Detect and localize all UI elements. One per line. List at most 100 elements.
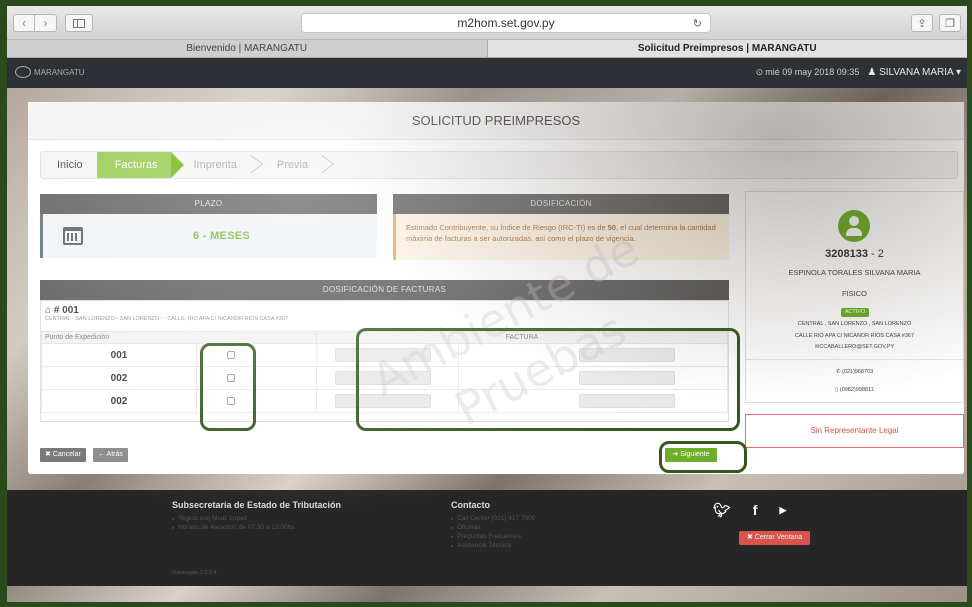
plazo-value: 6 - MESES xyxy=(193,230,251,242)
table-row: 002 xyxy=(41,389,728,413)
facturas-block: ⌂ # 001 CENTRAL - SAN LORENZO - SAN LORE… xyxy=(40,300,729,422)
twitter-icon[interactable]: 🐦︎ xyxy=(713,502,731,519)
footer-contacto-title: Contacto xyxy=(451,500,490,510)
footer-address: Yegros esq Mcal. Lopez xyxy=(172,514,341,523)
ruc: 3208133 - 2 xyxy=(825,248,884,260)
punto-expedicion: 002 xyxy=(41,366,197,390)
phone-icon: ✆ xyxy=(835,369,842,375)
step-previa[interactable]: Previa xyxy=(259,152,322,178)
dosificacion-heading: DOSIFICACIÓN xyxy=(393,194,729,214)
tab-bienvenido[interactable]: Bienvenido | MARANGATU xyxy=(7,40,487,57)
punto-expedicion: 002 xyxy=(41,389,197,413)
logo-text: MARANGATU xyxy=(34,67,85,77)
caret-down-icon: ▾ xyxy=(953,67,961,78)
footer-set: Subsecretaria de Estado de Tributación Y… xyxy=(172,500,341,532)
row-checkbox[interactable] xyxy=(227,397,235,405)
app-header: MARANGATU ⊙ mié 09 may 2018 09:35 ♟ SILV… xyxy=(7,58,967,88)
divider xyxy=(746,359,963,360)
table-header-row: Punto de Expedición FACTURA xyxy=(41,331,728,344)
footer-link-callcenter[interactable]: Call Center (021) 417 7000 xyxy=(451,514,535,523)
version-text: Marangatu 2.0.0.4 xyxy=(172,570,217,576)
reload-icon[interactable]: ↻ xyxy=(693,15,702,33)
email: ✉CCABALLERO@SET.GOV.PY xyxy=(814,344,895,350)
factura-hasta-input[interactable] xyxy=(579,394,676,408)
address-line-2: CALLE RIO APA C/ NICANOR RIOS CASA #367 xyxy=(794,333,915,339)
plazo-heading: PLAZO xyxy=(40,194,377,214)
tab-solicitud[interactable]: Solicitud Preimpresos | MARANGATU xyxy=(486,40,967,57)
footer-link-asistencia[interactable]: Asistencia Técnica xyxy=(451,541,535,550)
footer-contacto: Contacto Call Center (021) 417 7000 Ofic… xyxy=(451,500,535,550)
step-separator xyxy=(251,152,259,178)
footer-link-oficinas[interactable]: Oficinas xyxy=(451,523,535,532)
back-button[interactable]: ← Atrás xyxy=(93,448,128,462)
nav-buttons: ‹ › xyxy=(13,14,93,32)
page-title: SOLICITUD PREIMPRESOS xyxy=(28,102,964,140)
dosificacion-notice: Estimado Contribuyente, su Índice de Rie… xyxy=(393,214,729,260)
watermark-line-1: Ambiente de xyxy=(362,221,648,407)
contribuyente-name: ESPINOLA TORALES SILVANA MARIA xyxy=(788,268,921,277)
plazo-box: 6 - MESES xyxy=(40,214,377,258)
url-text: m2hom.set.gov.py xyxy=(457,16,555,30)
footer-link-faq[interactable]: Preguntas Frecuentes xyxy=(451,532,535,541)
step-inicio[interactable]: Inicio xyxy=(41,152,97,178)
highlight-checkboxes xyxy=(200,343,256,431)
envelope-icon: ✉ xyxy=(814,344,820,350)
punto-expedicion: 001 xyxy=(41,343,197,367)
contribuyente-type: FISICO xyxy=(841,289,867,298)
datetime: mié 09 may 2018 09:35 xyxy=(765,67,860,77)
establecimiento-address: CENTRAL - SAN LORENZO - SAN LORENZO - - … xyxy=(45,316,288,322)
footer: Subsecretaria de Estado de Tributación Y… xyxy=(7,490,967,586)
factura-desde-input[interactable] xyxy=(335,394,431,408)
forward-arrow-icon[interactable]: › xyxy=(35,14,57,32)
cancel-button[interactable]: ✖ Cancelar xyxy=(40,448,86,462)
factura-hasta-input[interactable] xyxy=(579,371,676,385)
main-panel: SOLICITUD PREIMPRESOS Inicio Facturas Im… xyxy=(28,102,964,474)
factura-desde-input[interactable] xyxy=(335,371,431,385)
youtube-icon[interactable]: ▶ xyxy=(779,502,786,519)
user-icon: ♟ xyxy=(867,67,880,78)
watermark-line-2: Pruebas xyxy=(446,301,635,437)
phone: ✆ (021)968703 xyxy=(835,369,874,375)
close-window-button[interactable]: ✖ Cerrar Ventana xyxy=(739,531,811,545)
col-factura: FACTURA xyxy=(316,331,728,344)
mobile-icon: ▯ xyxy=(835,387,840,393)
browser-tabs: Bienvenido | MARANGATU Solicitud Preimpr… xyxy=(7,40,967,58)
sidebar-toggle-icon[interactable] xyxy=(65,14,93,32)
calendar-icon xyxy=(63,227,83,245)
step-facturas[interactable]: Facturas xyxy=(96,152,185,178)
footer-set-title: Subsecretaria de Estado de Tributación xyxy=(172,500,342,510)
logo[interactable]: MARANGATU xyxy=(15,66,85,78)
status-badge: ACTIVO xyxy=(841,308,869,317)
tabs-overview-icon[interactable]: ❐ xyxy=(939,14,961,32)
step-separator xyxy=(322,152,330,178)
avatar-icon xyxy=(838,210,870,242)
back-arrow-icon[interactable]: ‹ xyxy=(13,14,35,32)
facturas-table: Punto de Expedición FACTURA 001 002 002 xyxy=(41,331,728,413)
highlight-next-button xyxy=(659,441,747,473)
wizard-steps: Inicio Facturas Imprenta Previa xyxy=(40,151,958,179)
user-menu[interactable]: ♟ SILVANA MARIA ▾ xyxy=(867,67,961,78)
toolbar-right: ⇪ ❐ xyxy=(911,14,961,32)
contribuyente-card: 3208133 - 2 ESPINOLA TORALES SILVANA MAR… xyxy=(745,191,964,403)
footer-hours: Horario de Atención: de 07:30 a 13:00hs xyxy=(172,523,341,532)
next-button[interactable]: ➔ Siguiente xyxy=(665,448,717,462)
table-row: 001 xyxy=(41,343,728,367)
browser-toolbar: ‹ › m2hom.set.gov.py ↻ ⇪ ❐ xyxy=(7,6,967,40)
establecimiento-title: ⌂ # 001 xyxy=(45,305,79,316)
facebook-icon[interactable]: f xyxy=(753,502,758,519)
facturas-heading: DOSIFICACIÓN DE FACTURAS xyxy=(40,280,729,300)
table-row: 002 xyxy=(41,366,728,390)
factura-hasta-input[interactable] xyxy=(579,348,676,362)
row-checkbox[interactable] xyxy=(227,374,235,382)
row-checkbox[interactable] xyxy=(227,351,235,359)
factura-desde-input[interactable] xyxy=(335,348,431,362)
address-bar[interactable]: m2hom.set.gov.py ↻ xyxy=(301,13,711,33)
share-icon[interactable]: ⇪ xyxy=(911,14,933,32)
risk-index: 50 xyxy=(607,223,617,232)
col-punto-expedicion: Punto de Expedición xyxy=(41,331,317,344)
social-links: 🐦︎ f ▶ xyxy=(713,502,786,519)
screenshot-frame: ‹ › m2hom.set.gov.py ↻ ⇪ ❐ Bienvenido | … xyxy=(7,6,967,602)
clock-icon: ⊙ xyxy=(755,67,764,77)
representante-legal: Sin Representante Legal xyxy=(745,414,964,448)
logo-icon xyxy=(15,66,31,78)
